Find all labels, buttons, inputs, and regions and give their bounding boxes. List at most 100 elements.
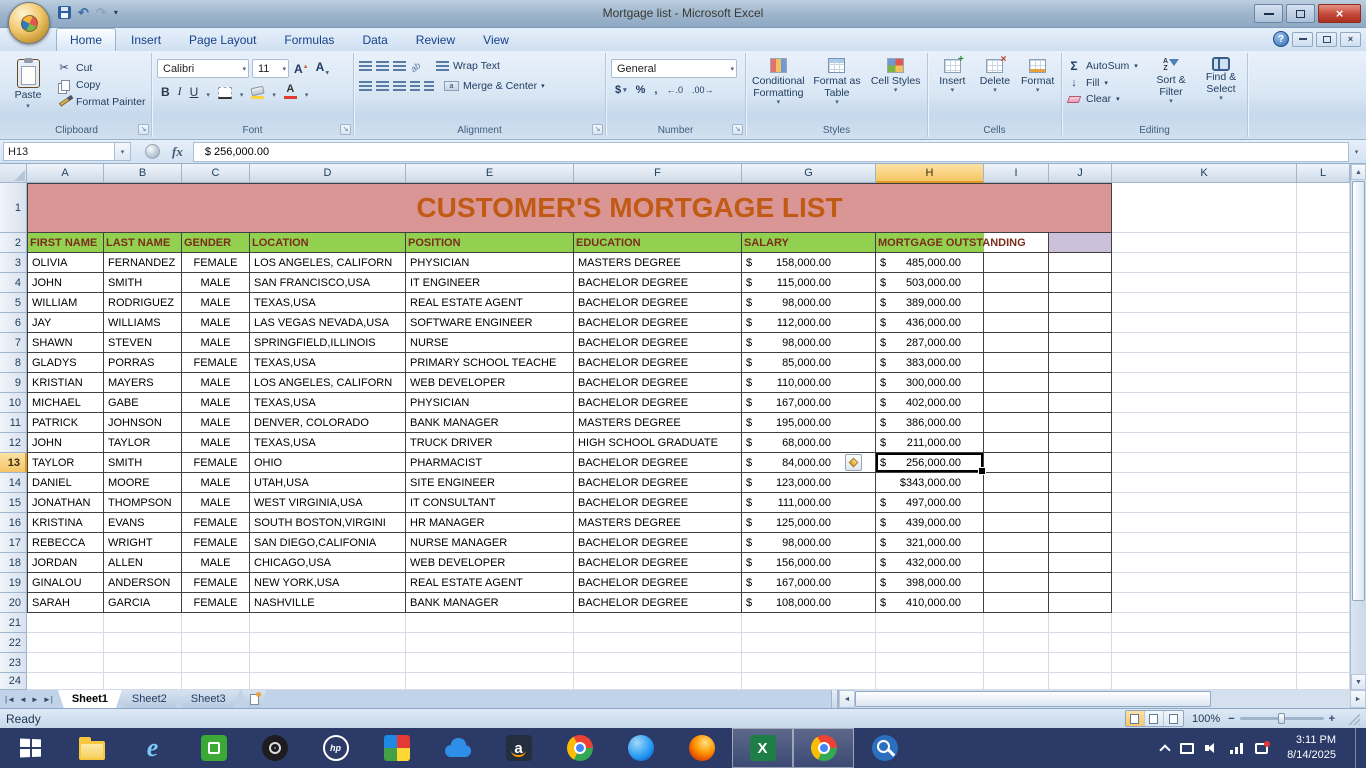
row-header-9[interactable]: 9: [0, 373, 27, 393]
previous-sheet-button[interactable]: ◄: [19, 695, 27, 704]
cell-I8[interactable]: [984, 353, 1049, 373]
cell-I23[interactable]: [984, 653, 1049, 673]
notification-icon[interactable]: [1255, 740, 1271, 754]
fill-button[interactable]: ↓ Fill ▾: [1067, 77, 1143, 89]
scroll-right-icon[interactable]: ►: [1350, 690, 1366, 708]
cell-L2[interactable]: [1297, 233, 1350, 253]
cell-D5[interactable]: TEXAS,USA: [250, 293, 406, 313]
merge-center-button[interactable]: a Merge & Center ▾: [444, 80, 545, 92]
cell-F15[interactable]: BACHELOR DEGREE: [574, 493, 742, 513]
copy-button[interactable]: Copy: [57, 79, 145, 91]
cell-A22[interactable]: [27, 633, 104, 653]
cell-I14[interactable]: [984, 473, 1049, 493]
taskbar-file-explorer-icon[interactable]: [61, 728, 122, 768]
cell-C22[interactable]: [182, 633, 250, 653]
row-header-24[interactable]: 24: [0, 673, 27, 690]
cell-G5[interactable]: $98,000.00: [742, 293, 876, 313]
cell-K9[interactable]: [1112, 373, 1297, 393]
cell-F11[interactable]: MASTERS DEGREE: [574, 413, 742, 433]
accounting-format-button[interactable]: $ ▾: [615, 84, 627, 96]
insert-cells-button[interactable]: + Insert ▾: [932, 54, 972, 95]
cell-J18[interactable]: [1049, 553, 1112, 573]
header-cell-A2[interactable]: FIRST NAME: [27, 233, 104, 253]
display-tray-icon[interactable]: [1180, 742, 1195, 754]
taskbar-internet-explorer-icon[interactable]: [122, 728, 183, 768]
cell-L17[interactable]: [1297, 533, 1350, 553]
horizontal-scroll-thumb[interactable]: [855, 691, 1211, 707]
cell-A6[interactable]: JAY: [27, 313, 104, 333]
taskbar-chrome-icon[interactable]: [549, 728, 610, 768]
cell-E18[interactable]: WEB DEVELOPER: [406, 553, 574, 573]
cell-H8[interactable]: $383,000.00: [876, 353, 984, 373]
tab-review[interactable]: Review: [403, 29, 468, 51]
cell-L18[interactable]: [1297, 553, 1350, 573]
zoom-in-icon[interactable]: +: [1329, 713, 1335, 725]
cell-F5[interactable]: BACHELOR DEGREE: [574, 293, 742, 313]
cell-I13[interactable]: [984, 453, 1049, 473]
zoom-slider-thumb[interactable]: [1277, 713, 1285, 724]
cell-C23[interactable]: [182, 653, 250, 673]
cell-K24[interactable]: [1112, 673, 1297, 690]
cell-F7[interactable]: BACHELOR DEGREE: [574, 333, 742, 353]
cell-I7[interactable]: [984, 333, 1049, 353]
network-icon[interactable]: [1230, 742, 1244, 754]
row-header-23[interactable]: 23: [0, 653, 27, 673]
cell-D19[interactable]: NEW YORK,USA: [250, 573, 406, 593]
header-cell-B2[interactable]: LAST NAME: [104, 233, 182, 253]
cell-I24[interactable]: [984, 673, 1049, 690]
cell-C21[interactable]: [182, 613, 250, 633]
cell-D24[interactable]: [250, 673, 406, 690]
cell-B15[interactable]: THOMPSON: [104, 493, 182, 513]
find-select-button[interactable]: Find & Select ▾: [1197, 57, 1245, 106]
orientation-icon[interactable]: ab: [408, 58, 425, 74]
cell-K16[interactable]: [1112, 513, 1297, 533]
taskbar-start-icon[interactable]: [0, 728, 61, 768]
page-break-view-button[interactable]: [1164, 711, 1183, 726]
cell-B12[interactable]: TAYLOR: [104, 433, 182, 453]
cell-L4[interactable]: [1297, 273, 1350, 293]
row-header-6[interactable]: 6: [0, 313, 27, 333]
restore-button[interactable]: [1286, 4, 1315, 23]
cell-L6[interactable]: [1297, 313, 1350, 333]
cell-K8[interactable]: [1112, 353, 1297, 373]
cell-B4[interactable]: SMITH: [104, 273, 182, 293]
taskbar-photos-icon[interactable]: [366, 728, 427, 768]
conditional-formatting-button[interactable]: Conditional Formatting ▾: [749, 58, 807, 107]
cell-D8[interactable]: TEXAS,USA: [250, 353, 406, 373]
hidden-icons-chevron[interactable]: [1159, 744, 1171, 756]
cell-K1[interactable]: [1112, 183, 1297, 233]
cell-A15[interactable]: JONATHAN: [27, 493, 104, 513]
tab-page-layout[interactable]: Page Layout: [176, 29, 269, 51]
cell-K3[interactable]: [1112, 253, 1297, 273]
cell-F21[interactable]: [574, 613, 742, 633]
row-header-3[interactable]: 3: [0, 253, 27, 273]
cell-A19[interactable]: GINALOU: [27, 573, 104, 593]
cell-H19[interactable]: $398,000.00: [876, 573, 984, 593]
cell-I5[interactable]: [984, 293, 1049, 313]
cell-B13[interactable]: SMITH: [104, 453, 182, 473]
cell-G21[interactable]: [742, 613, 876, 633]
cell-A20[interactable]: SARAH: [27, 593, 104, 613]
cell-D17[interactable]: SAN DIEGO,CALIFONIA: [250, 533, 406, 553]
cell-G6[interactable]: $112,000.00: [742, 313, 876, 333]
column-header-L[interactable]: L: [1297, 164, 1350, 183]
cell-H24[interactable]: [876, 673, 984, 690]
resize-grip[interactable]: [1347, 712, 1360, 725]
cell-L5[interactable]: [1297, 293, 1350, 313]
taskbar-google-app-icon[interactable]: [793, 728, 854, 768]
bold-button[interactable]: B: [161, 85, 170, 99]
increase-indent-icon[interactable]: [424, 81, 434, 91]
cell-G11[interactable]: $195,000.00: [742, 413, 876, 433]
cell-D23[interactable]: [250, 653, 406, 673]
zoom-slider[interactable]: − +: [1228, 713, 1335, 725]
cell-H18[interactable]: $432,000.00: [876, 553, 984, 573]
cell-F22[interactable]: [574, 633, 742, 653]
cell-C16[interactable]: FEMALE: [182, 513, 250, 533]
vertical-scrollbar[interactable]: ▲ ▼: [1350, 164, 1366, 690]
cell-H14[interactable]: $343,000.00: [876, 473, 984, 493]
cell-A8[interactable]: GLADYS: [27, 353, 104, 373]
cell-L13[interactable]: [1297, 453, 1350, 473]
cell-G16[interactable]: $125,000.00: [742, 513, 876, 533]
row-header-2[interactable]: 2: [0, 233, 27, 253]
header-cell-F2[interactable]: EDUCATION: [574, 233, 742, 253]
